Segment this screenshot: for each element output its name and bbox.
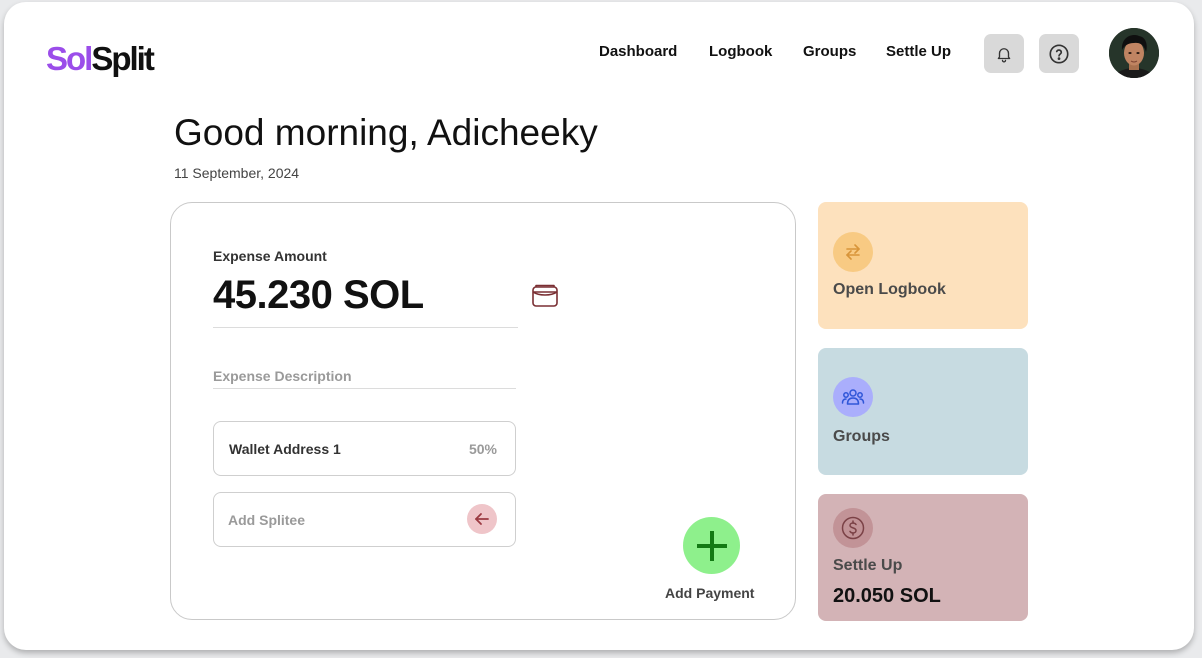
dollar-icon xyxy=(833,508,873,548)
settle-up-amount: 20.050 SOL xyxy=(833,585,941,607)
wallet-icon xyxy=(532,284,558,307)
open-logbook-tile[interactable]: Open Logbook xyxy=(818,202,1028,329)
wallet-button[interactable] xyxy=(531,283,559,314)
add-payment-label[interactable]: Add Payment xyxy=(665,585,754,601)
settle-up-label: Settle Up xyxy=(833,557,903,574)
add-splitee-input[interactable] xyxy=(228,509,458,531)
expense-description-input[interactable] xyxy=(213,363,516,389)
logo-part-sol: Sol xyxy=(46,40,93,77)
groups-label: Groups xyxy=(833,428,890,445)
greeting-heading: Good morning, Adicheeky xyxy=(174,112,598,153)
expense-card: Expense Amount 45.230 SOL Wallet Address… xyxy=(170,202,796,620)
people-icon xyxy=(833,377,873,417)
solsplit-logo[interactable]: SolSplit xyxy=(46,40,155,78)
settle-up-tile[interactable]: Settle Up 20.050 SOL xyxy=(818,494,1028,621)
nav-logbook[interactable]: Logbook xyxy=(709,43,772,60)
arrow-left-icon xyxy=(475,513,489,525)
help-button[interactable] xyxy=(1039,34,1079,73)
logo-part-split: Split xyxy=(91,40,154,77)
expense-amount-value[interactable]: 45.230 SOL xyxy=(213,273,424,318)
wallet-share-percent: 50% xyxy=(468,441,497,457)
add-splitee-field xyxy=(213,492,516,547)
avatar-portrait xyxy=(1109,28,1159,78)
notifications-button[interactable] xyxy=(984,34,1024,73)
groups-tile[interactable]: Groups xyxy=(818,348,1028,475)
add-payment-button[interactable] xyxy=(683,517,740,574)
amount-underline xyxy=(213,327,518,328)
plus-icon xyxy=(696,530,727,561)
wallet-address-label: Wallet Address 1 xyxy=(229,441,341,457)
help-icon xyxy=(1049,43,1069,64)
nav-groups[interactable]: Groups xyxy=(803,43,856,60)
current-date: 11 September, 2024 xyxy=(174,165,300,181)
nav-dashboard[interactable]: Dashboard xyxy=(599,43,677,60)
bell-icon xyxy=(997,47,1011,62)
open-logbook-label: Open Logbook xyxy=(833,281,946,298)
app-window: SolSplit Dashboard Logbook Groups Settle… xyxy=(4,2,1194,650)
wallet-address-row[interactable]: Wallet Address 1 50% xyxy=(213,421,516,476)
add-splitee-submit-button[interactable] xyxy=(467,504,497,534)
expense-amount-label: Expense Amount xyxy=(213,248,327,264)
nav-settle-up[interactable]: Settle Up xyxy=(886,43,951,60)
swap-arrows-icon xyxy=(833,232,873,272)
user-avatar[interactable] xyxy=(1109,28,1159,78)
